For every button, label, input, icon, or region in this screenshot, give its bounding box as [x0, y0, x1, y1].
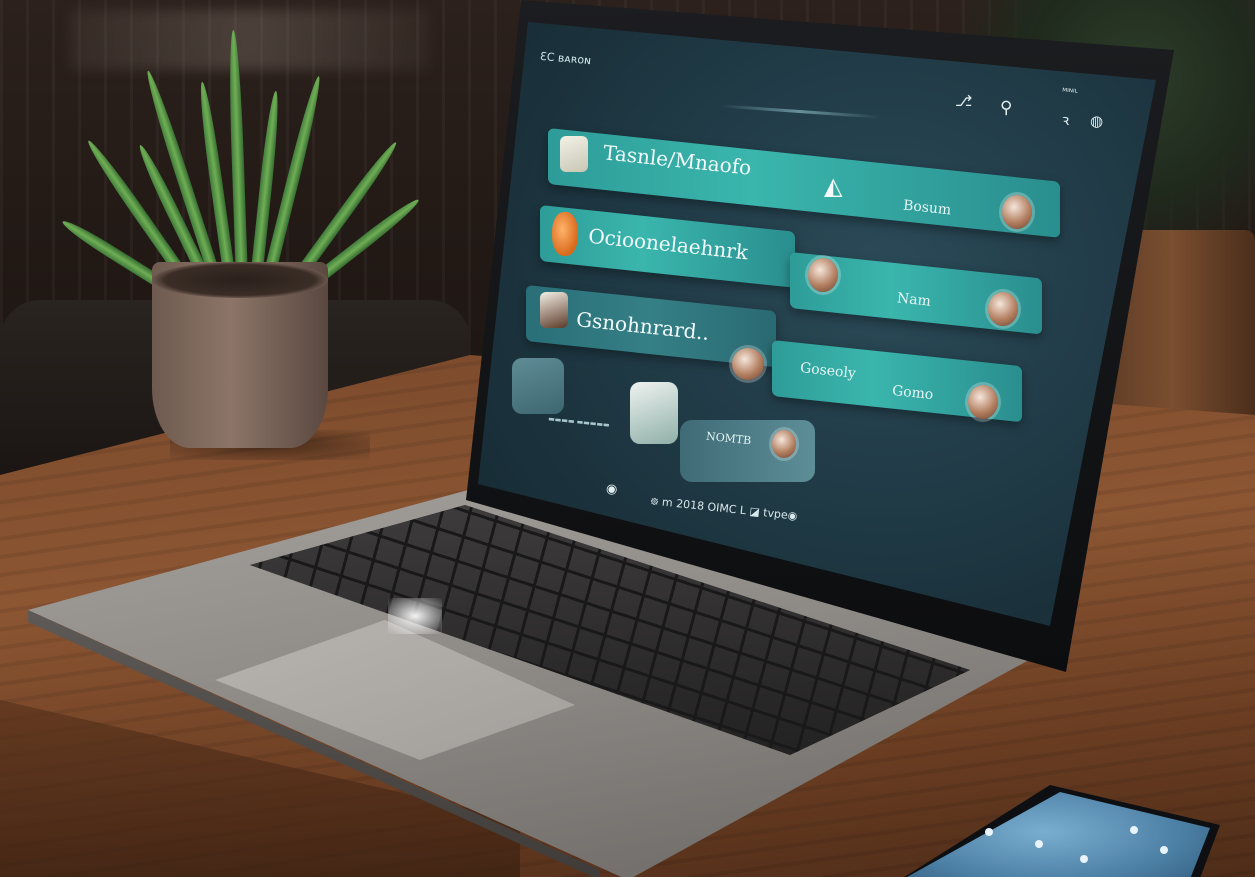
- phone-app-icon: [1080, 855, 1088, 863]
- app-tile[interactable]: [630, 382, 678, 444]
- avatar[interactable]: [732, 348, 764, 380]
- window-light: [70, 10, 430, 70]
- avatar[interactable]: [808, 258, 838, 292]
- app-tile[interactable]: [512, 358, 564, 414]
- user-icon[interactable]: ⚲: [1000, 98, 1012, 118]
- phone-app-icon: [1130, 826, 1138, 834]
- photo-scene: ƐC ʙᴀʀᴏɴ ᴹᴵᴺᴵᴸ ⎇ ⚲ ꝛ ◍ Tasnle/Mnaofo ◭ B…: [0, 0, 1255, 877]
- settings-icon[interactable]: ⎇: [955, 92, 972, 110]
- phone-app-icon: [1035, 840, 1043, 848]
- phone-app-icon: [1160, 846, 1168, 854]
- globe-icon[interactable]: ◍: [1090, 112, 1103, 130]
- keyboard-glare: [388, 598, 442, 634]
- avatar[interactable]: [772, 430, 796, 458]
- app-tile[interactable]: [680, 420, 815, 482]
- document-icon: [560, 136, 588, 172]
- phone-app-icon: [985, 828, 993, 836]
- coin-icon: [552, 212, 578, 256]
- top-right-label: ᴹᴵᴺᴵᴸ: [1061, 87, 1079, 99]
- home-icon[interactable]: ◉: [606, 482, 617, 497]
- profile-icon: [540, 292, 568, 328]
- avatar[interactable]: [968, 385, 998, 419]
- list-item-subtitle: Nam: [896, 290, 932, 310]
- search-icon[interactable]: ꝛ: [1062, 110, 1069, 130]
- avatar[interactable]: [988, 292, 1018, 326]
- avatar[interactable]: [1002, 195, 1032, 229]
- plant-pot-rim: [152, 262, 328, 298]
- pen-icon: ◭: [824, 172, 843, 200]
